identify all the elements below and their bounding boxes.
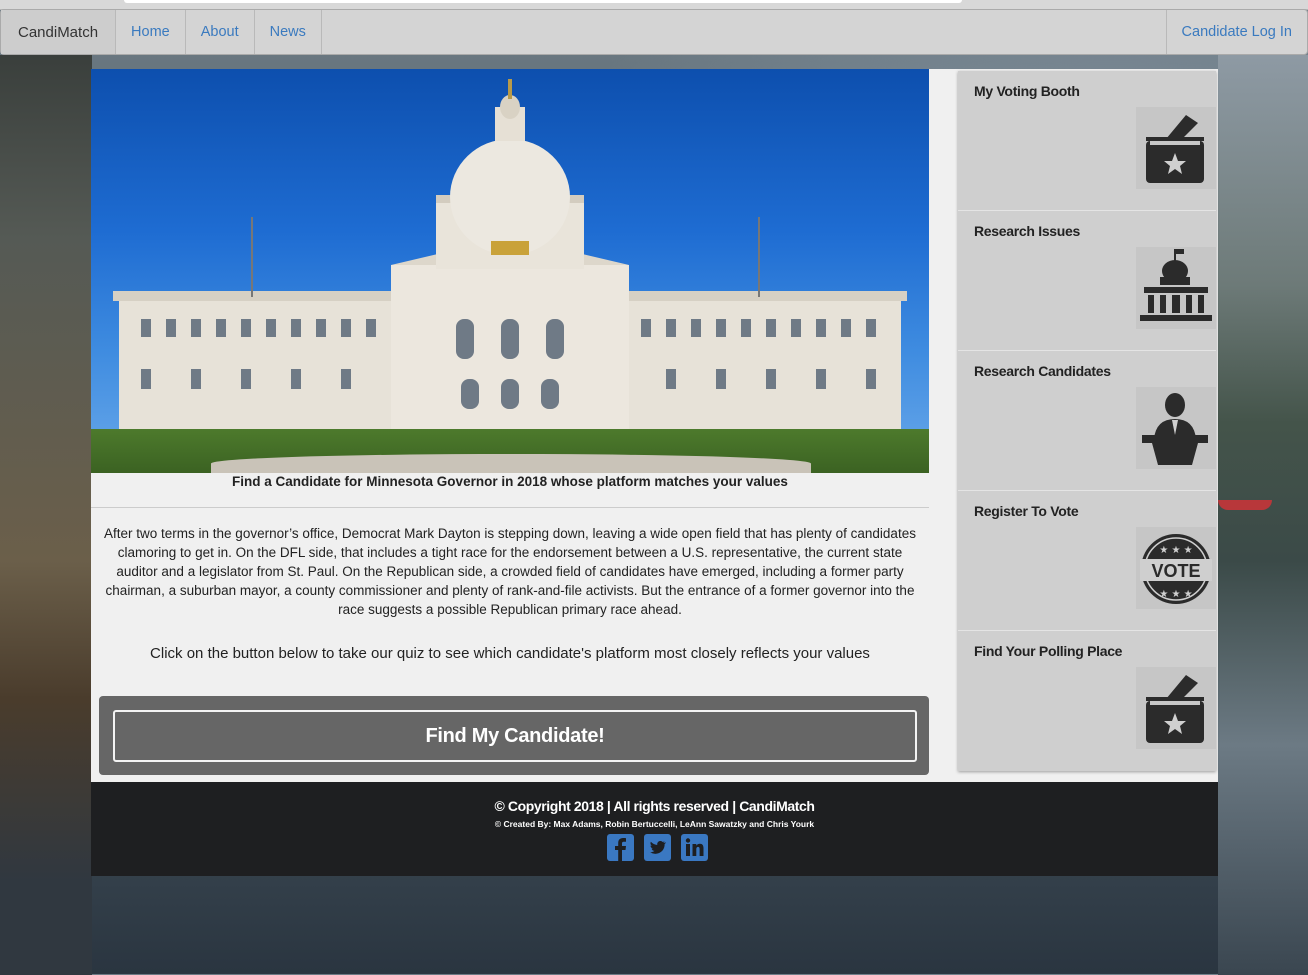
sidebar-item-my-voting-booth[interactable]: My Voting Booth <box>958 71 1216 211</box>
svg-text:★ ★ ★: ★ ★ ★ <box>1159 545 1192 556</box>
sidebar-item-find-polling-place[interactable]: Find Your Polling Place <box>958 631 1216 770</box>
sidebar-item-label: My Voting Booth <box>974 83 1080 99</box>
address-bar[interactable] <box>124 0 962 3</box>
twitter-icon[interactable] <box>644 834 671 861</box>
hero-caption: Find a Candidate for Minnesota Governor … <box>232 474 788 489</box>
candidate-login-link[interactable]: Candidate Log In <box>1165 10 1307 54</box>
quiz-instructions: Click on the button below to take our qu… <box>150 645 870 662</box>
nav-about[interactable]: About <box>186 10 255 54</box>
vote-badge-icon: VOTE ★ ★ ★ ★ ★ ★ <box>1136 527 1216 609</box>
ballot-box-icon <box>1136 107 1216 189</box>
sidebar: My Voting Booth Research Issues Research… <box>930 69 1218 782</box>
background-forest-left <box>0 55 92 975</box>
capitol-building-illustration <box>113 79 907 457</box>
social-links <box>607 834 708 861</box>
background-lake-right <box>1218 55 1308 975</box>
speaker-podium-icon <box>1136 387 1216 469</box>
sidebar-item-label: Find Your Polling Place <box>974 643 1123 659</box>
capitol-icon <box>1136 247 1216 329</box>
sidebar-item-research-issues[interactable]: Research Issues <box>958 211 1216 351</box>
sidebar-item-label: Research Candidates <box>974 363 1111 379</box>
intro-paragraph: After two terms in the governor’s office… <box>104 526 916 617</box>
sidebar-item-label: Research Issues <box>974 223 1081 239</box>
navbar: CandiMatch Home About News Candidate Log… <box>0 9 1308 55</box>
sidebar-card: My Voting Booth Research Issues Research… <box>958 71 1216 771</box>
nav-news[interactable]: News <box>255 10 322 54</box>
facebook-icon[interactable] <box>607 834 634 861</box>
credits-text: © Created By: Max Adams, Robin Bertuccel… <box>494 819 815 829</box>
walkway <box>211 454 811 473</box>
find-my-candidate-button[interactable]: Find My Candidate! <box>113 710 917 762</box>
capitol-hero-image <box>91 69 929 473</box>
svg-text:VOTE: VOTE <box>1151 561 1200 581</box>
ballot-box-icon <box>1136 667 1216 749</box>
sidebar-item-register-to-vote[interactable]: Register To Vote VOTE ★ ★ ★ ★ ★ ★ <box>958 491 1216 631</box>
main-panel: Find a Candidate for Minnesota Governor … <box>91 69 930 782</box>
find-candidate-container: Find My Candidate! <box>99 696 929 775</box>
sidebar-item-research-candidates[interactable]: Research Candidates <box>958 351 1216 491</box>
linkedin-icon[interactable] <box>681 834 708 861</box>
copyright-text: © Copyright 2018 | All rights reserved |… <box>494 798 815 814</box>
background-canoe <box>1218 500 1272 510</box>
svg-text:★ ★ ★: ★ ★ ★ <box>1159 589 1192 600</box>
divider <box>91 507 929 508</box>
footer: © Copyright 2018 | All rights reserved |… <box>91 782 1218 876</box>
brand-logo[interactable]: CandiMatch <box>1 10 117 54</box>
sidebar-item-label: Register To Vote <box>974 503 1079 519</box>
nav-home[interactable]: Home <box>116 10 186 54</box>
